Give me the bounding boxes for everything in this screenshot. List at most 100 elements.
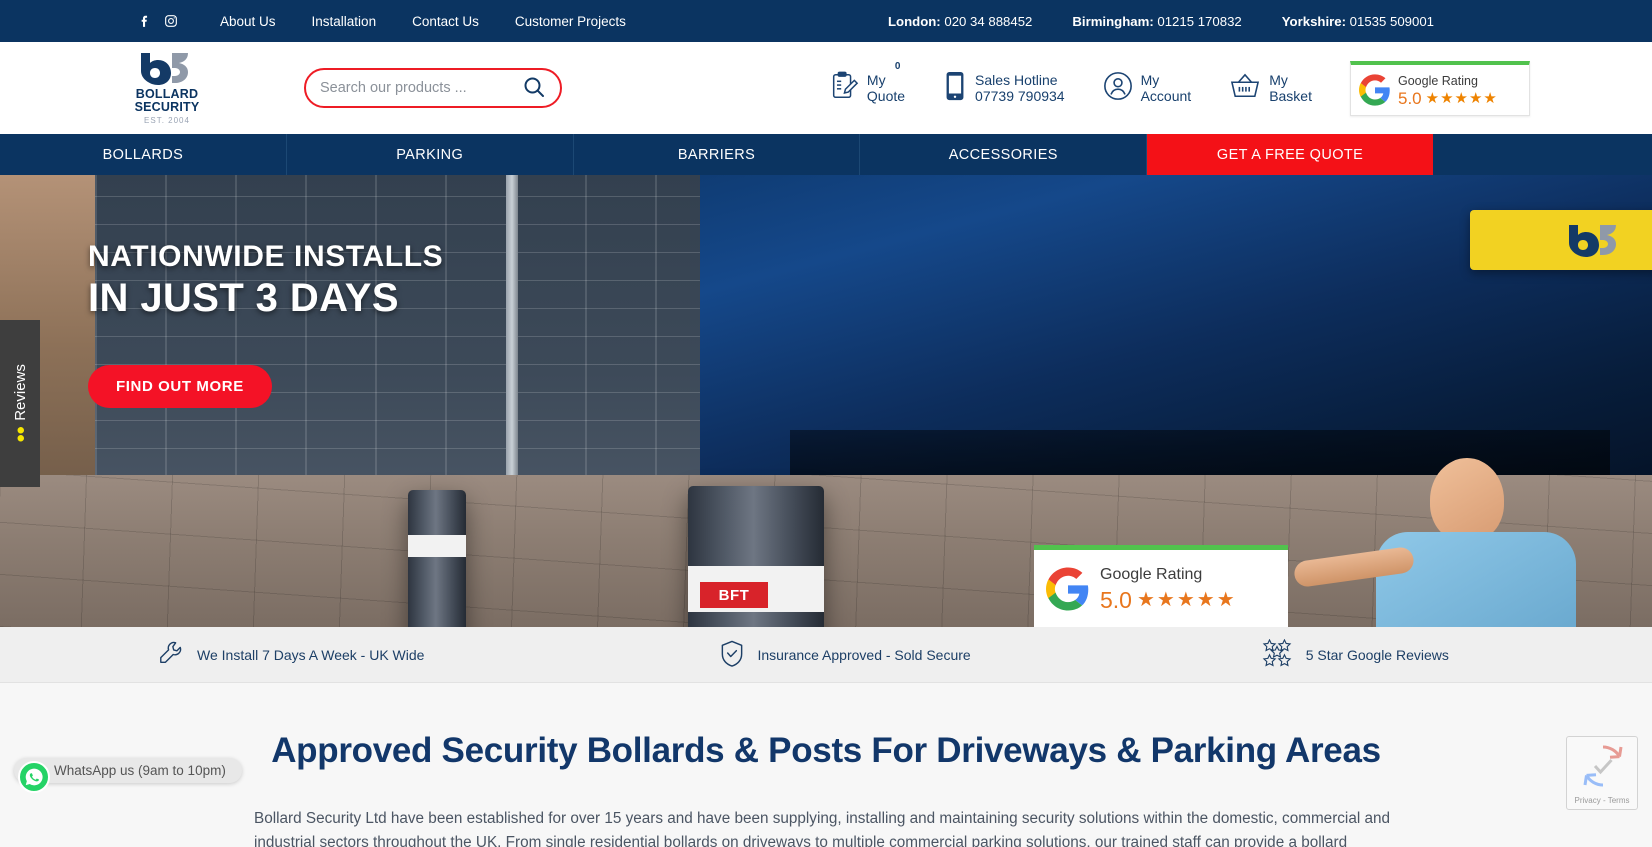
logo-line-1: BOLLARD [135,87,199,101]
trust-item-reviews-label: 5 Star Google Reviews [1305,646,1449,663]
trust-item-insurance-label: Insurance Approved - Sold Secure [757,646,971,663]
shield-check-icon [720,640,744,670]
main-navigation-wrapper: BOLLARDS PARKING BARRIERS ACCESSORIES GE… [0,134,1652,175]
hero-person [1292,458,1612,627]
hero-google-stars: ★★★★★ [1136,589,1237,611]
basket-icon [1229,72,1261,105]
topbar-link-about-us[interactable]: About Us [220,14,276,29]
phone-london[interactable]: London: 020 34 888452 [888,14,1032,29]
trust-bar: We Install 7 Days A Week - UK Wide Insur… [0,627,1652,683]
my-account-line-1: My [1140,72,1160,88]
hero-bollard-small [408,490,466,627]
recaptcha-badge[interactable]: Privacy - Terms [1566,736,1638,810]
trust-item-install: We Install 7 Days A Week - UK Wide [158,640,424,669]
hero-google-score: 5.0 [1100,586,1132,613]
hero-banner: BFT ●● Reviews NATIONWIDE INSTALLS IN JU… [0,175,1652,627]
recaptcha-privacy-text: Privacy - Terms [1575,796,1630,805]
header-google-score: 5.0 [1398,88,1422,108]
whatsapp-icon [18,761,50,793]
hero-badge-stack: Google Rating 5.0 ★★★★★ feefo ●● Indepen… [1034,545,1288,627]
nav-item-parking[interactable]: PARKING [287,134,574,175]
feefo-dots-icon: ●● [11,426,29,443]
header-google-text: Google Rating 5.0 ★★★★★ [1398,72,1498,108]
facebook-icon[interactable] [132,8,158,34]
main-navigation-filler [1433,134,1652,175]
my-basket-button[interactable]: My Basket [1229,72,1312,105]
phone-london-label: London: [887,13,941,29]
trust-item-reviews: 5 Star Google Reviews [1261,638,1449,670]
phone-birmingham[interactable]: Birmingham: 01215 170832 [1072,14,1241,29]
hero-number-plate [1470,210,1652,270]
logo-line-2: SECURITY [134,100,200,114]
header-google-rating-badge[interactable]: Google Rating 5.0 ★★★★★ [1350,60,1530,116]
hero-copy: NATIONWIDE INSTALLS IN JUST 3 DAYS FIND … [88,240,443,408]
nav-item-barriers[interactable]: BARRIERS [574,134,861,175]
whatsapp-chat-widget[interactable]: WhatsApp us (9am to 10pm) [14,758,242,793]
topbar-left-group: About Us Installation Contact Us Custome… [0,8,626,34]
search-icon [522,75,546,102]
feefo-side-tab-label: Reviews [11,364,29,421]
quote-count-badge: 0 [894,60,901,72]
my-account-button[interactable]: My Account [1103,71,1192,106]
my-basket-line-2: Basket [1269,88,1312,104]
hero-google-rating-badge[interactable]: Google Rating 5.0 ★★★★★ [1034,545,1288,627]
phone-yorkshire-label: Yorkshire: [1281,13,1346,29]
feefo-reviews-side-tab[interactable]: ●● Reviews [0,320,40,487]
my-quote-button[interactable]: My Quote 0 [829,61,906,106]
site-header: BOLLARD SECURITY EST. 2004 My Quote [0,42,1652,134]
trust-item-insurance: Insurance Approved - Sold Secure [720,640,971,670]
trust-item-install-label: We Install 7 Days A Week - UK Wide [197,646,425,663]
sales-hotline[interactable]: Sales Hotline 07739 790934 [943,71,1065,106]
my-basket-line-1: My [1269,72,1288,88]
stars-group-icon [1261,638,1293,670]
user-circle-icon [1103,71,1133,106]
mobile-phone-icon [943,71,967,106]
hero-person-body [1376,532,1576,627]
site-logo[interactable]: BOLLARD SECURITY EST. 2004 [132,51,202,125]
hero-find-out-more-button[interactable]: FIND OUT MORE [88,365,272,408]
header-google-title: Google Rating [1398,73,1478,88]
sales-hotline-label: Sales Hotline 07739 790934 [975,72,1065,104]
hero-bollard-large: BFT [688,486,824,627]
search-input[interactable] [320,80,522,96]
nav-item-bollards[interactable]: BOLLARDS [0,134,287,175]
sales-hotline-number: 07739 790934 [975,88,1065,104]
spanner-icon [158,640,184,669]
nav-item-get-a-free-quote[interactable]: GET A FREE QUOTE [1147,134,1433,175]
hero-headline-line-1: NATIONWIDE INSTALLS [88,240,444,273]
search-button[interactable] [522,75,546,102]
my-account-line-2: Account [1140,88,1192,104]
whatsapp-label: WhatsApp us (9am to 10pm) [54,763,226,778]
page-title: Approved Security Bollards & Posts For D… [271,731,1381,770]
hero-google-title: Google Rating [1100,566,1203,583]
my-quote-line-1: My [866,72,886,88]
topbar-link-contact-us[interactable]: Contact Us [412,14,479,29]
hero-google-score-row: 5.0 ★★★★★ [1100,587,1237,612]
my-quote-line-2: Quote [866,88,906,104]
main-content: Approved Security Bollards & Posts For D… [0,683,1652,847]
search-bar[interactable] [304,68,562,108]
instagram-icon[interactable] [158,8,184,34]
google-g-icon [1359,73,1391,106]
recaptcha-terms-link[interactable]: - Terms [1603,796,1630,805]
hero-bollard-small-stripe [408,535,466,557]
phone-birmingham-label: Birmingham: [1072,13,1154,29]
logo-text: BOLLARD SECURITY [135,88,200,114]
header-actions: My Quote 0 Sales Hotline 07739 790934 My… [607,60,1652,116]
feefo-side-tab-inner: ●● Reviews [12,364,29,443]
recaptcha-privacy-link[interactable]: Privacy [1575,796,1601,805]
sales-hotline-title: Sales Hotline [975,72,1058,88]
google-g-icon [1046,566,1090,611]
my-basket-label: My Basket [1269,72,1312,104]
nav-item-accessories[interactable]: ACCESSORIES [860,134,1148,175]
topbar-link-customer-projects[interactable]: Customer Projects [515,14,626,29]
intro-paragraph: Bollard Security Ltd have been establish… [254,810,1391,847]
phone-yorkshire[interactable]: Yorkshire: 01535 509001 [1282,14,1434,29]
header-google-stars: ★★★★★ [1425,89,1498,107]
topbar-link-installation[interactable]: Installation [312,14,377,29]
hero-google-text: Google Rating 5.0 ★★★★★ [1100,565,1237,612]
header-google-score-row: 5.0 ★★★★★ [1398,88,1498,108]
hero-bollard-brand-label: BFT [700,582,768,608]
hero-headline-line-2: IN JUST 3 DAYS [88,276,399,320]
phone-birmingham-number: 01215 170832 [1157,13,1242,29]
